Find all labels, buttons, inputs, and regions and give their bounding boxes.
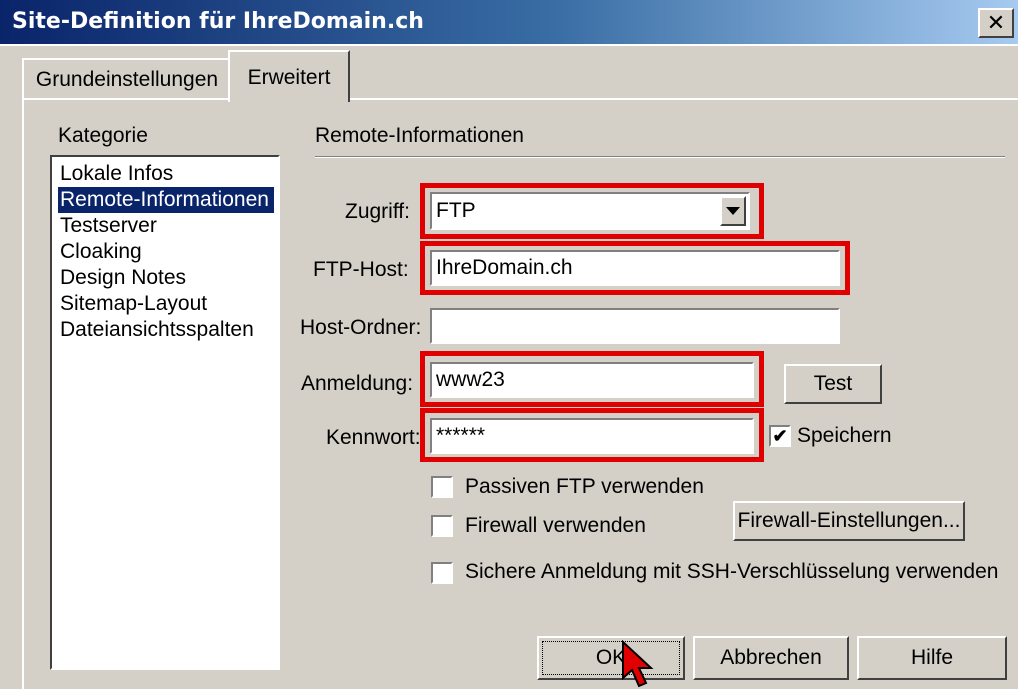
list-item[interactable]: Design Notes	[58, 265, 274, 291]
firewall-checkbox[interactable]	[431, 515, 453, 537]
category-list[interactable]: Lokale Infos Remote-Informationen Testse…	[50, 155, 280, 670]
host-ordner-label: Host-Ordner:	[300, 316, 422, 339]
speichern-label: Speichern	[797, 424, 892, 447]
anmeldung-label: Anmeldung:	[301, 372, 414, 395]
host-ordner-field[interactable]	[430, 308, 840, 344]
help-button[interactable]: Hilfe	[857, 636, 1007, 680]
tab-label: Erweitert	[247, 66, 331, 89]
window-title: Site-Definition für IhreDomain.ch	[12, 9, 424, 34]
checkmark-icon: ✔	[772, 425, 788, 446]
ftp-host-label: FTP-Host:	[313, 258, 409, 281]
category-label: Kategorie	[58, 124, 148, 147]
kennwort-label: Kennwort:	[326, 426, 421, 449]
highlight-box	[420, 351, 764, 407]
title-bar: Site-Definition für IhreDomain.ch ✕	[0, 0, 1018, 46]
cancel-button[interactable]: Abbrechen	[693, 636, 849, 680]
close-button[interactable]: ✕	[978, 8, 1014, 38]
ok-button[interactable]: OK	[537, 636, 685, 680]
list-item[interactable]: Cloaking	[58, 239, 274, 265]
tab-label: Grundeinstellungen	[35, 68, 219, 91]
list-item[interactable]: Sitemap-Layout	[58, 291, 274, 317]
tab-grundeinstellungen[interactable]: Grundeinstellungen	[22, 58, 232, 100]
firewall-label: Firewall verwenden	[465, 514, 646, 537]
highlight-box	[420, 241, 850, 295]
tab-erweitert[interactable]: Erweitert	[228, 50, 350, 102]
list-item[interactable]: Testserver	[58, 213, 274, 239]
highlight-box	[420, 408, 764, 462]
list-item[interactable]: Dateiansichtsspalten	[58, 317, 274, 343]
passive-ftp-label: Passiven FTP verwenden	[465, 475, 704, 498]
passive-ftp-checkbox[interactable]	[431, 476, 453, 498]
close-icon: ✕	[986, 10, 1006, 36]
ssh-label: Sichere Anmeldung mit SSH-Verschlüsselun…	[465, 560, 999, 583]
firewall-settings-button[interactable]: Firewall-Einstellungen...	[733, 501, 965, 541]
section-title: Remote-Informationen	[315, 124, 524, 147]
list-item-selected[interactable]: Remote-Informationen	[58, 187, 274, 213]
list-item[interactable]: Lokale Infos	[58, 161, 274, 187]
zugriff-label: Zugriff:	[345, 200, 410, 223]
ssh-checkbox[interactable]	[431, 562, 453, 584]
test-button[interactable]: Test	[784, 364, 882, 404]
arrow-cursor-icon	[622, 640, 654, 688]
speichern-checkbox[interactable]: ✔	[769, 425, 791, 447]
section-divider	[315, 156, 1005, 158]
highlight-box	[420, 183, 764, 239]
